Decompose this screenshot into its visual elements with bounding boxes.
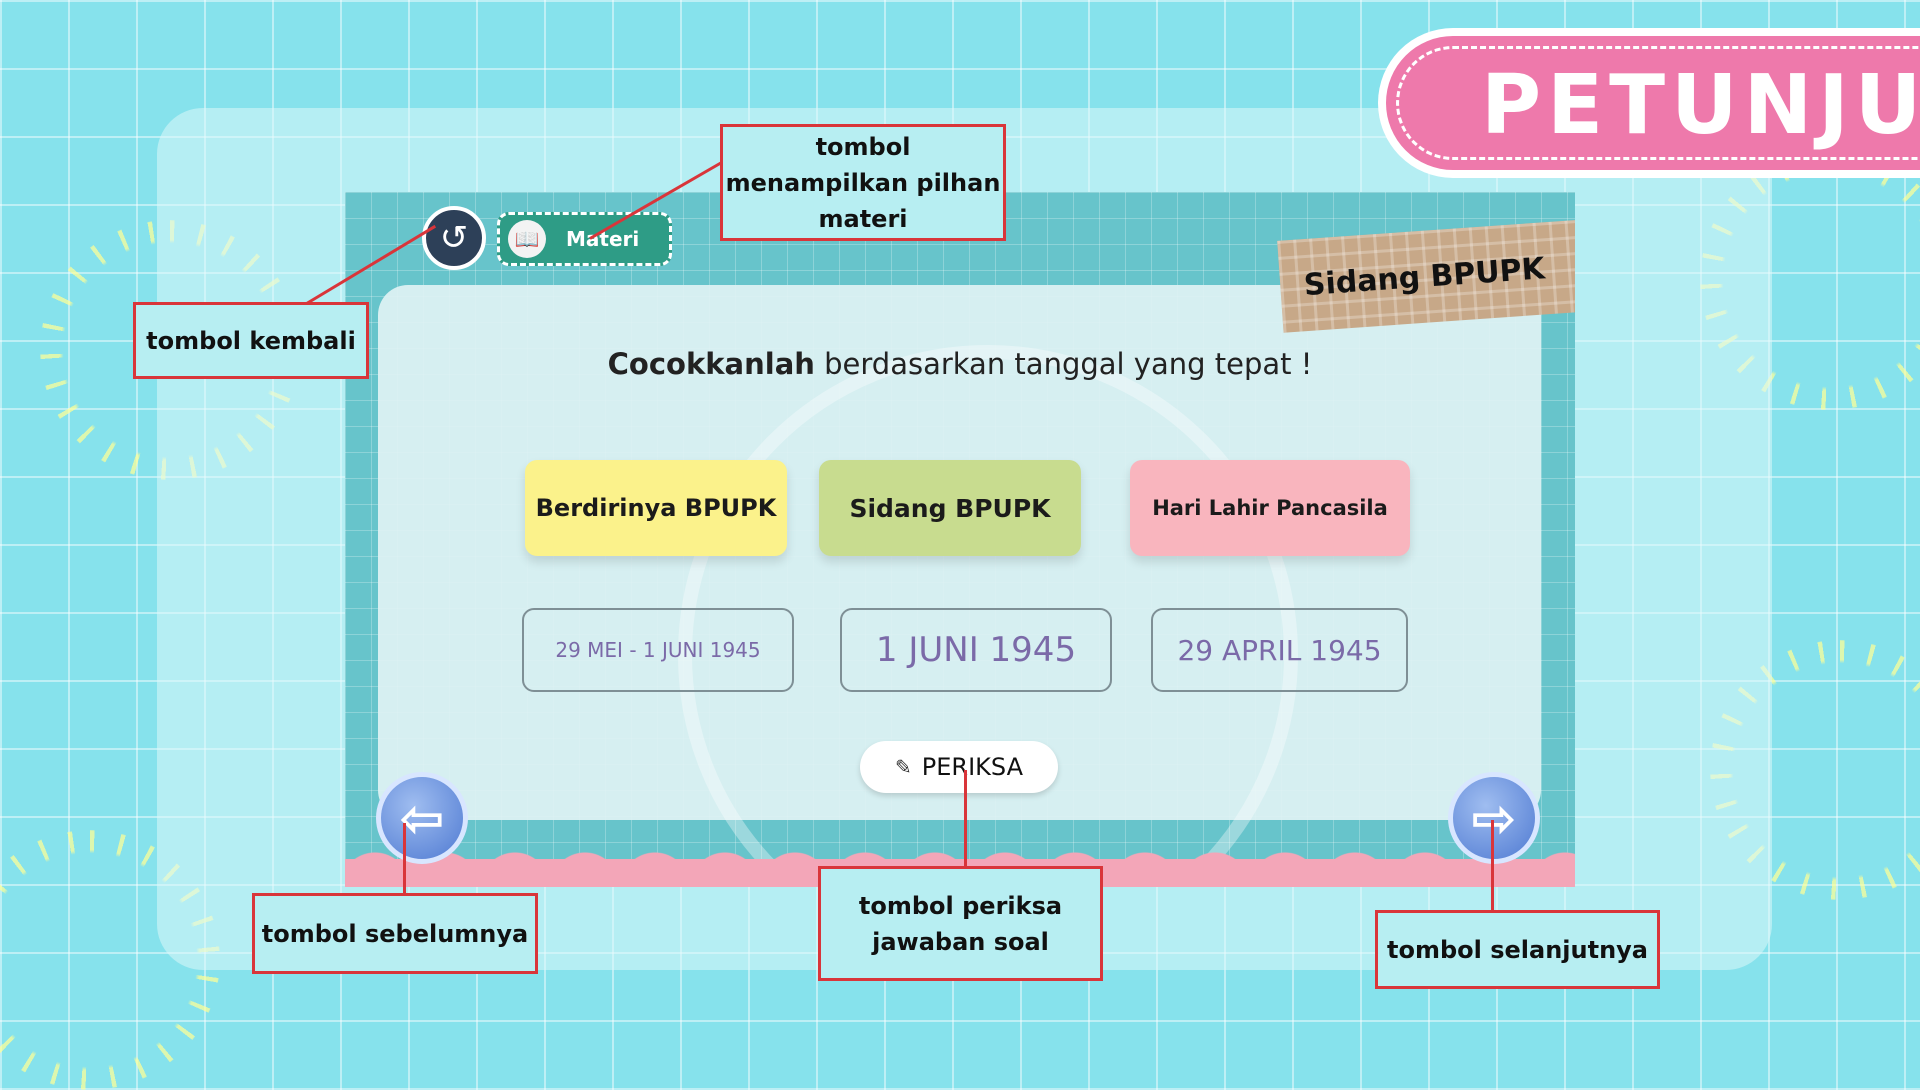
previous-button[interactable]: ⇦ bbox=[376, 772, 468, 864]
answer-card-hari-lahir[interactable]: Hari Lahir Pancasila bbox=[1130, 460, 1410, 556]
instruction-rest: berdasarkan tanggal yang tepat ! bbox=[814, 347, 1313, 381]
undo-icon: ↺ bbox=[439, 218, 469, 258]
page-title: PETUNJUK bbox=[1481, 58, 1920, 153]
check-label: PERIKSA bbox=[921, 753, 1023, 781]
connector-selanjutnya bbox=[1491, 820, 1494, 912]
instruction-bold: Cocokkanlah bbox=[607, 347, 815, 381]
materi-button[interactable]: 📖 Materi bbox=[497, 212, 672, 266]
answer-card-berdirinya[interactable]: Berdirinya BPUPK bbox=[525, 460, 787, 556]
arrow-right-icon: ⇨ bbox=[1471, 786, 1517, 850]
connector-periksa bbox=[964, 770, 967, 868]
next-button[interactable]: ⇨ bbox=[1448, 772, 1540, 864]
game-screenshot: ↺ 📖 Materi Sidang BPUPK Cocokkanlah berd… bbox=[345, 192, 1575, 887]
back-button[interactable]: ↺ bbox=[422, 206, 486, 270]
pencil-icon: ✎ bbox=[895, 755, 912, 779]
callout-selanjutnya: tombol selanjutnya bbox=[1375, 910, 1660, 989]
callout-sebelumnya: tombol sebelumnya bbox=[252, 893, 538, 974]
connector-sebelumnya bbox=[403, 823, 406, 895]
date-slot-2[interactable]: 1 JUNI 1945 bbox=[840, 608, 1112, 692]
date-slot-1[interactable]: 29 MEI - 1 JUNI 1945 bbox=[522, 608, 794, 692]
arrow-left-icon: ⇦ bbox=[399, 786, 445, 850]
title-banner: PETUNJUK bbox=[1378, 28, 1920, 178]
date-slot-3[interactable]: 29 APRIL 1945 bbox=[1151, 608, 1408, 692]
callout-periksa: tombol periksa jawaban soal bbox=[818, 866, 1103, 981]
instruction-text: Cocokkanlah berdasarkan tanggal yang tep… bbox=[345, 347, 1575, 381]
answer-card-sidang[interactable]: Sidang BPUPK bbox=[819, 460, 1081, 556]
topic-title: Sidang BPUPK bbox=[1302, 250, 1546, 303]
book-icon: 📖 bbox=[508, 220, 546, 258]
check-answer-button[interactable]: ✎ PERIKSA bbox=[860, 741, 1058, 793]
callout-materi: tombol menampilkan pilhan materi bbox=[720, 124, 1006, 241]
callout-kembali: tombol kembali bbox=[133, 302, 369, 379]
